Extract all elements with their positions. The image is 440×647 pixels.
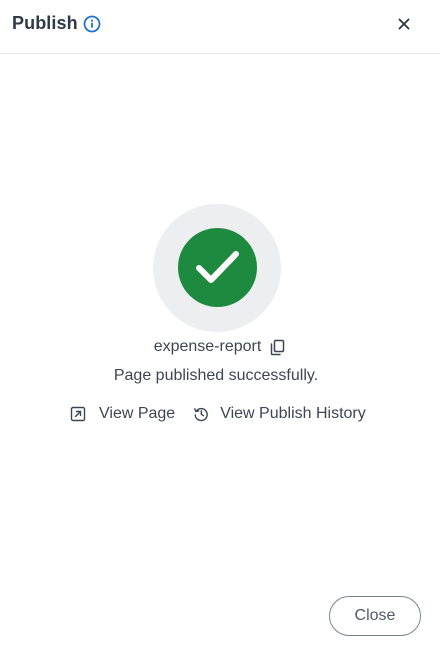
check-circle-icon [178,228,257,307]
close-button[interactable]: Close [329,596,421,636]
page-name-row: expense-report [0,338,440,360]
page-name: expense-report [153,338,262,355]
close-icon[interactable] [394,14,414,34]
history-icon [193,406,209,422]
external-link-icon [70,406,86,422]
view-publish-history-link[interactable]: View Publish History [193,405,366,423]
view-publish-history-label: View Publish History [220,405,366,422]
copy-icon[interactable] [269,339,286,356]
dialog-header: Publish [0,0,440,54]
info-icon[interactable] [83,15,101,33]
dialog-title: Publish [12,13,78,33]
action-links: View Page View Publish History [70,403,366,425]
view-page-label: View Page [99,405,176,422]
success-message: Page published successfully. [113,367,319,384]
view-page-link[interactable]: View Page [70,405,175,423]
